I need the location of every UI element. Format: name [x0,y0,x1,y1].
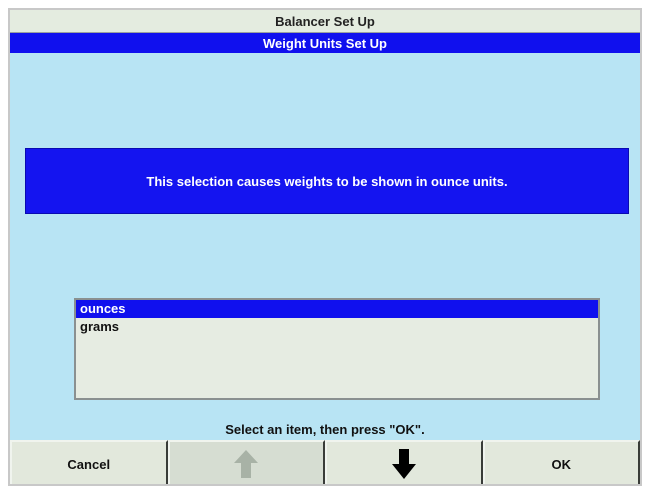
units-listbox[interactable]: ounces grams [74,298,600,400]
info-message: This selection causes weights to be show… [25,148,629,214]
window-title: Balancer Set Up [10,10,640,33]
function-button-bar: Cancel OK [10,440,640,484]
scroll-down-button[interactable] [325,440,483,484]
cancel-button-label: Cancel [67,456,111,472]
instruction-text: Select an item, then press "OK". [225,422,425,437]
list-item-grams[interactable]: grams [76,318,598,336]
ok-button[interactable]: OK [482,440,640,484]
cancel-button[interactable]: Cancel [10,440,168,484]
screen-subtitle: Weight Units Set Up [10,33,640,53]
list-item-ounces[interactable]: ounces [76,300,598,318]
arrow-up-icon [233,449,259,479]
ok-button-label: OK [551,456,572,472]
info-message-text: This selection causes weights to be show… [146,173,508,189]
balancer-screen: Balancer Set Up Weight Units Set Up This… [8,8,642,486]
arrow-down-icon [391,448,417,480]
scroll-up-button[interactable] [167,440,325,484]
